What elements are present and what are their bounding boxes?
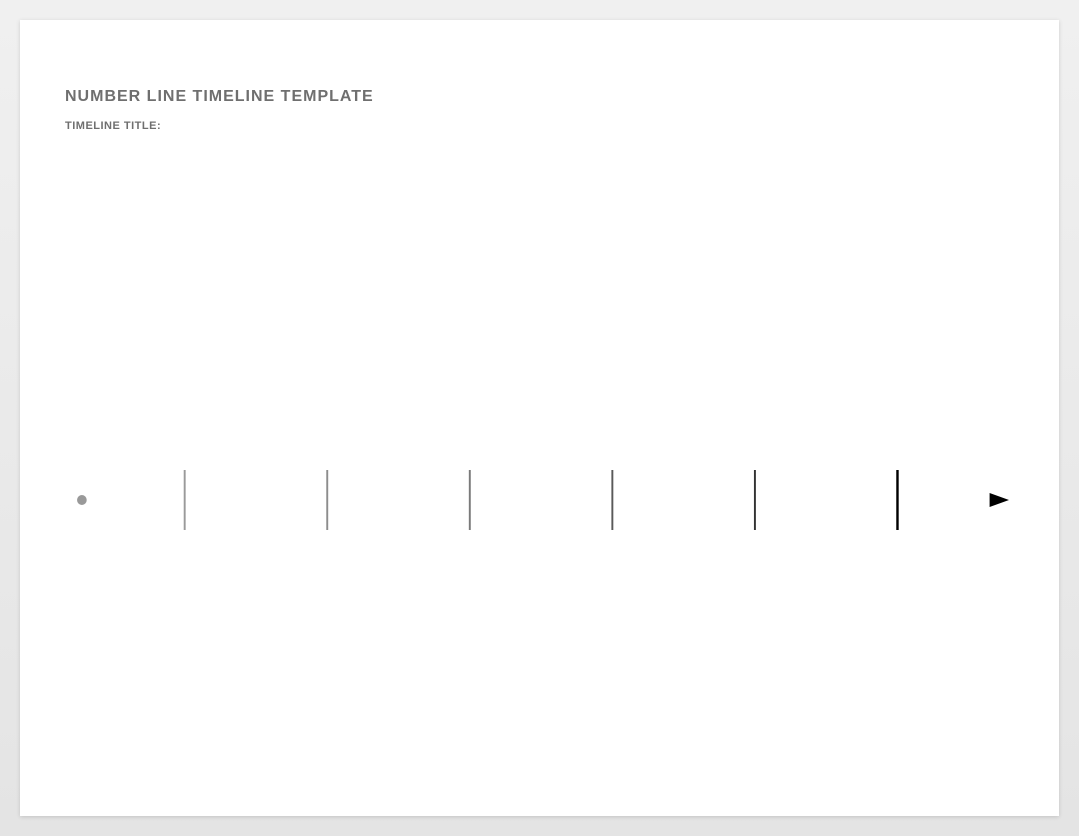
page-title: NUMBER LINE TIMELINE TEMPLATE xyxy=(65,88,1014,106)
timeline xyxy=(78,460,1009,540)
document-page: NUMBER LINE TIMELINE TEMPLATE TIMELINE T… xyxy=(20,20,1059,816)
timeline-title-label: TIMELINE TITLE: xyxy=(65,120,1014,132)
number-line-icon xyxy=(78,460,1009,540)
